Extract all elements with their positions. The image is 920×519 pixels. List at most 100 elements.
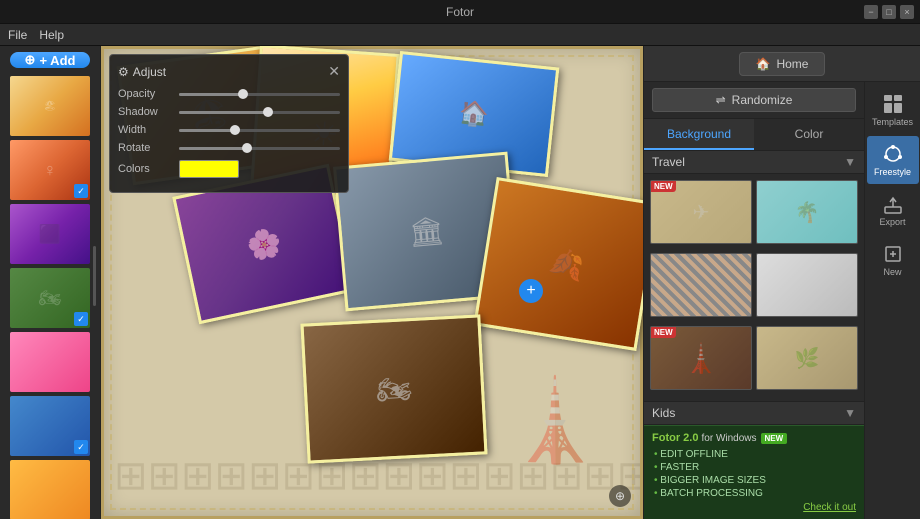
photo-thumb[interactable] [10, 460, 90, 519]
adjust-panel: ⚙ Adjust ✕ Opacity Shadow [109, 54, 349, 193]
title-bar: Fotor − □ × [0, 0, 920, 24]
templates-icon [882, 93, 904, 115]
panel-main: ⇌ Randomize Background Color Travel [644, 82, 920, 519]
promo-new-badge: NEW [761, 433, 788, 444]
collage-photo[interactable]: 🏍 [300, 314, 487, 463]
zoom-button[interactable]: ⊕ [609, 485, 631, 507]
panel-content: ⇌ Randomize Background Color Travel [644, 82, 864, 519]
menu-bar: File Help [0, 24, 920, 46]
opacity-row: Opacity [118, 88, 340, 100]
new-label: New [883, 267, 901, 277]
sidebar-item-export[interactable]: Export [867, 186, 919, 234]
photo-thumb[interactable]: ⬛ [10, 204, 90, 264]
new-icon [882, 243, 904, 265]
shadow-label: Shadow [118, 106, 173, 118]
template-item[interactable]: 🌿 [756, 326, 858, 390]
left-sidebar: ⊕ + Add 🏖 ♀ ✓ ⬛ 🏍 ✓ ✓ [0, 46, 100, 519]
sidebar-item-freestyle[interactable]: Freestyle [867, 136, 919, 184]
photo-thumb[interactable]: 🏖 [10, 76, 90, 136]
randomize-button[interactable]: ⇌ Randomize [652, 88, 856, 112]
home-button[interactable]: 🏠 Home [739, 52, 826, 76]
app-title: Fotor [446, 5, 474, 19]
template-grid: NEW ✈ 🌴 NEW 🗼 [644, 174, 864, 401]
right-sidebar: Templates Freestyle [864, 82, 920, 519]
category-selector-2[interactable]: Kids ▼ [644, 401, 864, 425]
opacity-label: Opacity [118, 88, 173, 100]
promo-features-list: EDIT OFFLINE FASTER BIGGER IMAGE SIZES B… [652, 448, 856, 500]
category-name: Travel [652, 155, 685, 169]
chevron-down-icon-2: ▼ [844, 406, 856, 420]
shadow-slider[interactable] [179, 111, 340, 114]
photo-thumb[interactable]: ♀ ✓ [10, 140, 90, 200]
template-item[interactable]: 🌴 [756, 180, 858, 244]
export-icon [882, 193, 904, 215]
scroll-indicator [93, 246, 96, 306]
check-icon: ✓ [74, 184, 88, 198]
rotate-label: Rotate [118, 142, 173, 154]
adjust-title: ⚙ Adjust [118, 65, 166, 79]
add-button[interactable]: ⊕ + Add [10, 52, 90, 68]
freestyle-icon [882, 143, 904, 165]
window-controls[interactable]: − □ × [864, 5, 914, 19]
tab-color-label: Color [795, 127, 824, 141]
chevron-down-icon: ▼ [844, 155, 856, 169]
shuffle-icon: ⇌ [716, 93, 726, 107]
add-label: + Add [39, 53, 75, 68]
rotate-row: Rotate [118, 142, 340, 154]
randomize-section: ⇌ Randomize [644, 82, 864, 119]
width-row: Width [118, 124, 340, 136]
add-photo-circle[interactable]: + [519, 279, 543, 303]
home-icon: 🏠 [756, 57, 771, 71]
adjust-label: Adjust [133, 65, 166, 79]
category-selector[interactable]: Travel ▼ [644, 151, 864, 174]
photo-thumb[interactable]: ✓ [10, 396, 90, 456]
tab-color[interactable]: Color [754, 119, 864, 150]
check-icon: ✓ [74, 440, 88, 454]
color-swatch[interactable] [179, 160, 239, 178]
templates-label: Templates [872, 117, 913, 127]
maximize-btn[interactable]: □ [882, 5, 896, 19]
colors-label: Colors [118, 163, 173, 175]
promo-feature: BIGGER IMAGE SIZES [654, 474, 856, 487]
home-label: Home [776, 57, 808, 71]
gear-icon: ⚙ [118, 65, 129, 79]
close-btn[interactable]: × [900, 5, 914, 19]
top-toolbar: 🏠 Home [644, 46, 920, 82]
canvas-area: 🏖 ☀ 🏠 🌸 🏛 🍂 🏍 [100, 46, 644, 519]
promo-feature: EDIT OFFLINE [654, 448, 856, 461]
promo-title: Fotor 2.0 for Windows NEW [652, 432, 856, 444]
check-out-link[interactable]: Check it out [652, 502, 856, 513]
promo-title-text: Fotor 2.0 for Windows [652, 432, 757, 444]
photo-thumb[interactable] [10, 332, 90, 392]
sidebar-item-new[interactable]: New [867, 236, 919, 284]
promo-feature: FASTER [654, 461, 856, 474]
menu-help[interactable]: Help [39, 28, 64, 42]
home-section: 🏠 Home [652, 52, 912, 76]
collage-photo[interactable]: 🍂 [473, 177, 644, 351]
add-icon: ⊕ [25, 52, 36, 68]
template-item[interactable]: NEW 🗼 [650, 326, 752, 390]
shadow-row: Shadow [118, 106, 340, 118]
promo-banner: Fotor 2.0 for Windows NEW EDIT OFFLINE F… [644, 425, 864, 519]
adjust-panel-header: ⚙ Adjust ✕ [118, 63, 340, 80]
randomize-label: Randomize [732, 93, 793, 107]
sidebar-item-templates[interactable]: Templates [867, 86, 919, 134]
right-section: 🏠 Home ⇌ Randomize Backgro [644, 46, 920, 519]
rotate-slider[interactable] [179, 147, 340, 150]
width-slider[interactable] [179, 129, 340, 132]
photo-thumb[interactable]: 🏍 ✓ [10, 268, 90, 328]
template-item[interactable] [756, 253, 858, 317]
menu-file[interactable]: File [8, 28, 27, 42]
opacity-slider[interactable] [179, 93, 340, 96]
tab-background[interactable]: Background [644, 119, 754, 150]
tab-background-label: Background [667, 127, 731, 141]
adjust-close-button[interactable]: ✕ [328, 63, 340, 80]
minimize-btn[interactable]: − [864, 5, 878, 19]
template-item[interactable]: NEW ✈ [650, 180, 752, 244]
promo-feature: BATCH PROCESSING [654, 487, 856, 500]
freestyle-label: Freestyle [874, 167, 911, 177]
template-item[interactable] [650, 253, 752, 317]
category-2-name: Kids [652, 406, 675, 420]
width-label: Width [118, 124, 173, 136]
panel-tabs: Background Color [644, 119, 864, 151]
